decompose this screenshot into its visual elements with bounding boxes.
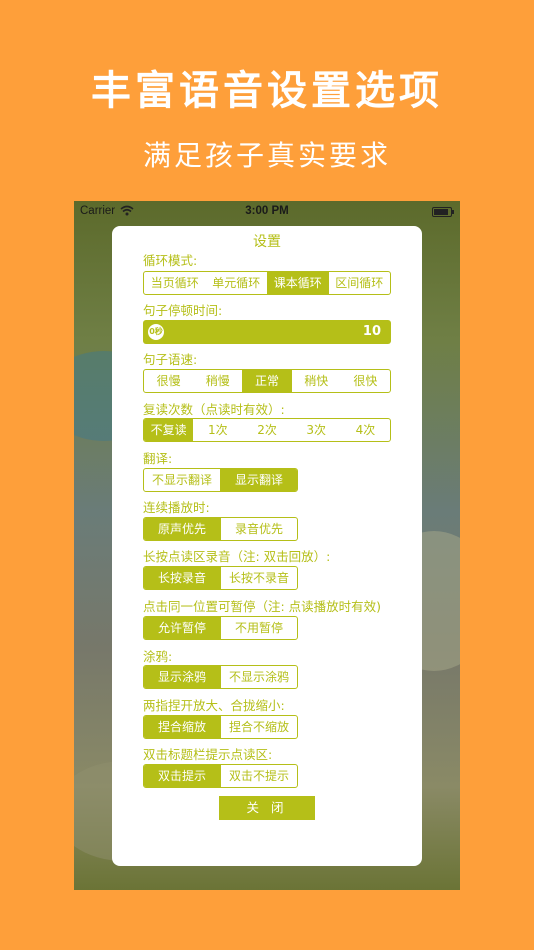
continuous-label: 连续播放时: <box>143 500 210 515</box>
long-press-label: 长按点读区录音（注: 双击回放）: <box>143 549 331 564</box>
long-press-option[interactable]: 长按录音 <box>144 567 220 589</box>
dialog-title: 设置 <box>253 234 281 250</box>
long-press-selector: 长按录音 长按不录音 <box>143 566 298 590</box>
repeat-label: 复读次数（点读时有效）: <box>143 402 285 417</box>
slider-knob[interactable]: 0秒 <box>146 322 166 342</box>
continuous-selector: 原声优先 录音优先 <box>143 517 298 541</box>
doodle-option[interactable]: 显示涂鸦 <box>144 666 220 688</box>
repeat-option[interactable]: 3次 <box>292 419 341 441</box>
pause-time-label: 句子停顿时间: <box>143 303 223 318</box>
doodle-selector: 显示涂鸦 不显示涂鸦 <box>143 665 298 689</box>
loop-mode-selector: 当页循环 单元循环 课本循环 区间循环 <box>143 271 391 295</box>
translate-option[interactable]: 不显示翻译 <box>144 469 220 491</box>
battery-icon <box>432 207 454 217</box>
tap-pause-option[interactable]: 不用暂停 <box>220 617 297 639</box>
speed-label: 句子语速: <box>143 352 198 367</box>
loop-mode-label: 循环模式: <box>143 253 198 268</box>
pinch-option[interactable]: 捏合不缩放 <box>220 716 297 738</box>
promo-subline: 满足孩子真实要求 <box>142 139 391 172</box>
tap-pause-selector: 允许暂停 不用暂停 <box>143 616 298 640</box>
repeat-option[interactable]: 2次 <box>242 419 291 441</box>
speed-option[interactable]: 稍快 <box>292 370 341 392</box>
tap-pause-label: 点击同一位置可暂停（注: 点读播放时有效) <box>143 599 382 614</box>
doodle-option[interactable]: 不显示涂鸦 <box>220 666 297 688</box>
repeat-option[interactable]: 1次 <box>193 419 242 441</box>
promo-headline: 丰富语音设置选项 <box>91 68 443 114</box>
pause-time-slider[interactable]: 0秒 10 <box>143 320 391 344</box>
pinch-option[interactable]: 捏合缩放 <box>144 716 220 738</box>
speed-option[interactable]: 很快 <box>341 370 390 392</box>
repeat-option[interactable]: 不复读 <box>144 419 194 441</box>
double-tap-label: 双击标题栏提示点读区: <box>143 747 273 762</box>
pinch-label: 两指捏开放大、合拢缩小: <box>143 698 285 713</box>
double-tap-option[interactable]: 双击提示 <box>144 765 220 787</box>
translate-option[interactable]: 显示翻译 <box>220 469 297 491</box>
continuous-option[interactable]: 原声优先 <box>144 518 220 540</box>
repeat-selector: 不复读 1次 2次 3次 4次 <box>143 418 391 442</box>
loop-option[interactable]: 当页循环 <box>144 272 206 294</box>
slider-value: 10 <box>362 324 381 339</box>
tap-pause-option[interactable]: 允许暂停 <box>144 617 220 639</box>
continuous-option[interactable]: 录音优先 <box>220 518 297 540</box>
translate-selector: 不显示翻译 显示翻译 <box>143 468 298 492</box>
loop-option[interactable]: 课本循环 <box>267 272 329 294</box>
double-tap-option[interactable]: 双击不提示 <box>220 765 297 787</box>
loop-option[interactable]: 单元循环 <box>206 272 268 294</box>
pinch-selector: 捏合缩放 捏合不缩放 <box>143 715 298 739</box>
phone-screen: Carrier 3:00 PM 设置 循环模式: 当页循环 单元循环 课本循环 … <box>74 201 460 890</box>
settings-dialog: 设置 循环模式: 当页循环 单元循环 课本循环 区间循环 句子停顿时间: 0秒 … <box>112 226 422 866</box>
status-bar: Carrier 3:00 PM <box>74 201 460 223</box>
long-press-option[interactable]: 长按不录音 <box>220 567 297 589</box>
double-tap-selector: 双击提示 双击不提示 <box>143 764 298 788</box>
status-time: 3:00 PM <box>245 205 289 217</box>
close-button[interactable]: 关 闭 <box>219 796 315 820</box>
speed-option[interactable]: 很慢 <box>144 370 193 392</box>
speed-option[interactable]: 稍慢 <box>193 370 242 392</box>
translate-label: 翻译: <box>143 451 173 466</box>
speed-selector: 很慢 稍慢 正常 稍快 很快 <box>143 369 391 393</box>
speed-option[interactable]: 正常 <box>242 370 292 392</box>
doodle-label: 涂鸦: <box>143 649 173 664</box>
repeat-option[interactable]: 4次 <box>341 419 390 441</box>
loop-option[interactable]: 区间循环 <box>329 272 391 294</box>
